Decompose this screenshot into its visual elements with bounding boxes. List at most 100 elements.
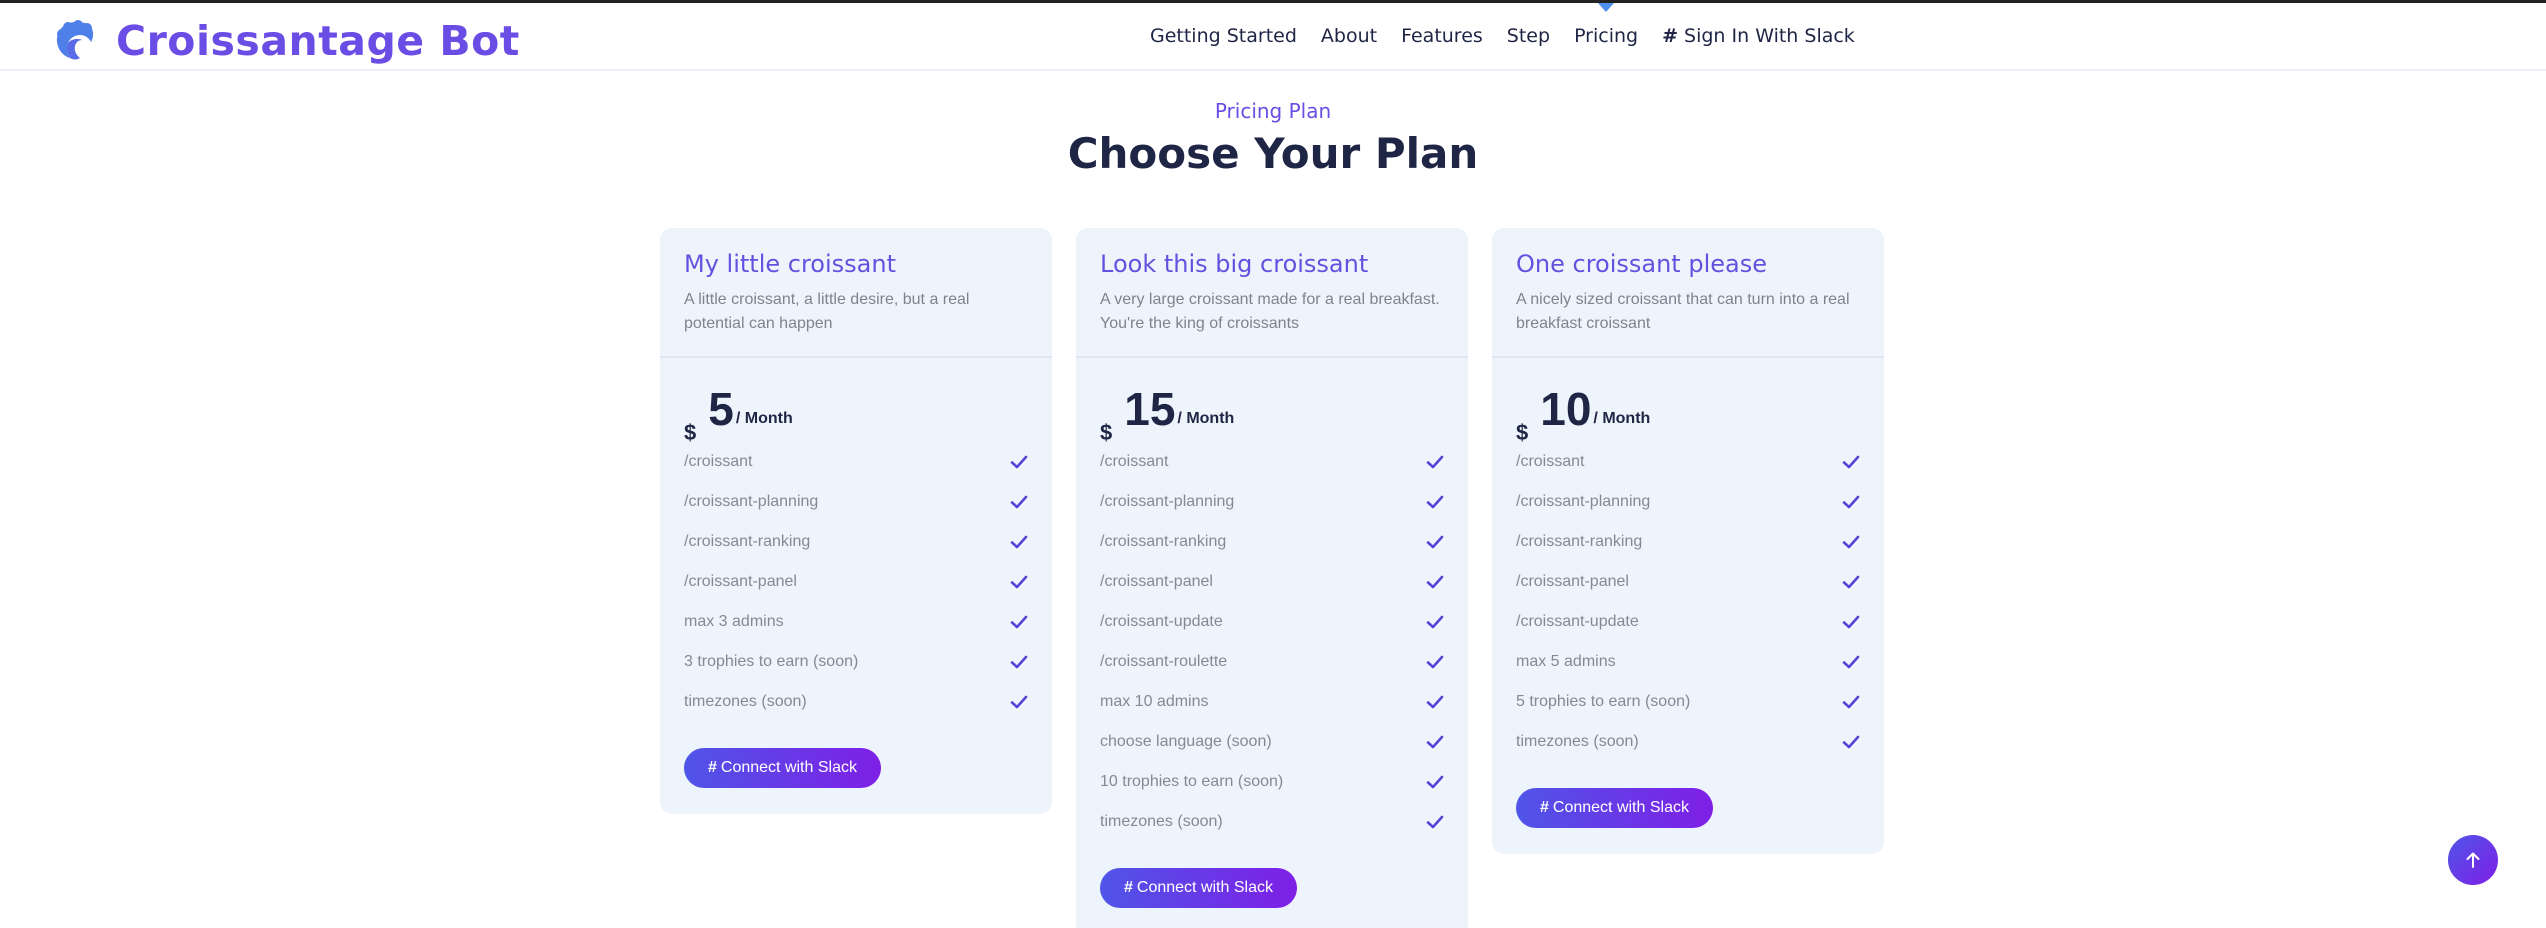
check-icon (1842, 695, 1860, 709)
feature-label: /croissant-update (1100, 613, 1223, 630)
plan-price: $ 15 / Month (1076, 358, 1468, 445)
brand-logo[interactable]: Croissantage Bot (54, 17, 520, 65)
check-icon (1842, 495, 1860, 509)
plan-price: $ 5 / Month (660, 358, 1052, 445)
back-to-top-button[interactable] (2448, 835, 2498, 885)
plan-card-header: My little croissant A little croissant, … (660, 228, 1052, 358)
check-icon (1010, 535, 1028, 549)
feature-item: timezones (soon) (1516, 722, 1860, 762)
check-icon (1426, 495, 1444, 509)
feature-label: /croissant-panel (1516, 573, 1629, 590)
check-icon (1842, 735, 1860, 749)
check-icon (1842, 455, 1860, 469)
feature-item: /croissant-roulette (1100, 642, 1444, 682)
check-icon (1842, 535, 1860, 549)
feature-item: /croissant (1100, 442, 1444, 482)
feature-label: /croissant-ranking (684, 533, 811, 550)
check-icon (1426, 815, 1444, 829)
feature-label: /croissant-update (1516, 613, 1639, 630)
connect-with-slack-button[interactable]: # Connect with Slack (684, 748, 881, 788)
feature-label: /croissant-ranking (1516, 533, 1643, 550)
feature-item: /croissant (1516, 442, 1860, 482)
check-icon (1426, 535, 1444, 549)
nav-about[interactable]: About (1321, 25, 1377, 47)
feature-label: /croissant (1100, 453, 1169, 470)
slack-icon: # (1124, 879, 1133, 896)
price-period: / Month (1593, 410, 1651, 427)
check-icon (1010, 695, 1028, 709)
price-currency: $ (1516, 420, 1529, 445)
plan-description: A very large croissant made for a real b… (1100, 291, 1440, 332)
price-period: / Month (735, 410, 793, 427)
check-icon (1426, 735, 1444, 749)
feature-list: /croissant /croissant-planning /croissan… (660, 430, 1052, 722)
feature-label: timezones (soon) (684, 693, 807, 710)
feature-item: /croissant-ranking (1100, 522, 1444, 562)
check-icon (1426, 455, 1444, 469)
feature-label: /croissant-planning (1100, 493, 1235, 510)
check-icon (1426, 575, 1444, 589)
connect-with-slack-button[interactable]: # Connect with Slack (1100, 868, 1297, 908)
plan-card-header: Look this big croissant A very large cro… (1076, 228, 1468, 358)
section-title: Choose Your Plan (1067, 129, 1479, 178)
nav-step[interactable]: Step (1507, 25, 1550, 47)
feature-item: 3 trophies to earn (soon) (684, 642, 1028, 682)
nav-sign-in-with-slack[interactable]: # Sign In With Slack (1662, 25, 1855, 47)
feature-item: choose language (soon) (1100, 722, 1444, 762)
feature-item: /croissant-update (1100, 602, 1444, 642)
feature-label: /croissant-roulette (1100, 653, 1228, 670)
check-icon (1010, 615, 1028, 629)
feature-item: /croissant-planning (1516, 482, 1860, 522)
feature-item: max 5 admins (1516, 642, 1860, 682)
nav-pricing[interactable]: Pricing (1574, 3, 1639, 47)
plan-card-big: Look this big croissant A very large cro… (1076, 228, 1468, 928)
feature-item: /croissant-panel (684, 562, 1028, 602)
feature-list: /croissant /croissant-planning /croissan… (1492, 430, 1884, 762)
feature-label: /croissant (684, 453, 753, 470)
plan-description: A nicely sized croissant that can turn i… (1516, 291, 1850, 332)
check-icon (1842, 575, 1860, 589)
nav-features[interactable]: Features (1401, 25, 1483, 47)
price-period: / Month (1177, 410, 1235, 427)
arrow-up-icon (2466, 852, 2480, 868)
nav-pricing-label: Pricing (1574, 25, 1639, 47)
feature-item: /croissant-panel (1516, 562, 1860, 602)
feature-item: /croissant-panel (1100, 562, 1444, 602)
feature-label: /croissant-panel (684, 573, 797, 590)
site-header: Croissantage Bot Getting Started About F… (0, 3, 2546, 71)
feature-item: max 3 admins (684, 602, 1028, 642)
check-icon (1010, 455, 1028, 469)
slack-icon: # (708, 759, 717, 776)
main-nav: Getting Started About Features Step Pric… (1150, 3, 1879, 47)
feature-label: /croissant-panel (1100, 573, 1213, 590)
feature-item: /croissant-planning (684, 482, 1028, 522)
check-icon (1010, 495, 1028, 509)
active-nav-indicator (1598, 3, 1615, 12)
feature-item: timezones (soon) (1100, 802, 1444, 842)
feature-label: choose language (soon) (1100, 733, 1272, 750)
feature-label: /croissant-ranking (1100, 533, 1227, 550)
feature-item: timezones (soon) (684, 682, 1028, 722)
feature-item: /croissant-ranking (1516, 522, 1860, 562)
price-amount: 10 (1540, 383, 1592, 435)
plan-card-little: My little croissant A little croissant, … (660, 228, 1052, 814)
feature-label: timezones (soon) (1516, 733, 1639, 750)
feature-item: 5 trophies to earn (soon) (1516, 682, 1860, 722)
price-amount: 15 (1124, 383, 1176, 435)
feature-item: /croissant-update (1516, 602, 1860, 642)
check-icon (1842, 615, 1860, 629)
feature-label: /croissant-planning (684, 493, 819, 510)
button-label: Connect with Slack (720, 759, 857, 776)
nav-getting-started[interactable]: Getting Started (1150, 25, 1297, 47)
connect-with-slack-button[interactable]: # Connect with Slack (1516, 788, 1713, 828)
plan-card-header: One croissant please A nicely sized croi… (1492, 228, 1884, 358)
price-currency: $ (684, 420, 697, 445)
feature-list: /croissant /croissant-planning /croissan… (1076, 430, 1468, 842)
plan-card-please: One croissant please A nicely sized croi… (1492, 228, 1884, 854)
check-icon (1842, 655, 1860, 669)
feature-label: /croissant-planning (1516, 493, 1651, 510)
feature-item: /croissant-planning (1100, 482, 1444, 522)
feature-item: 10 trophies to earn (soon) (1100, 762, 1444, 802)
feature-label: 10 trophies to earn (soon) (1100, 773, 1284, 790)
check-icon (1426, 775, 1444, 789)
